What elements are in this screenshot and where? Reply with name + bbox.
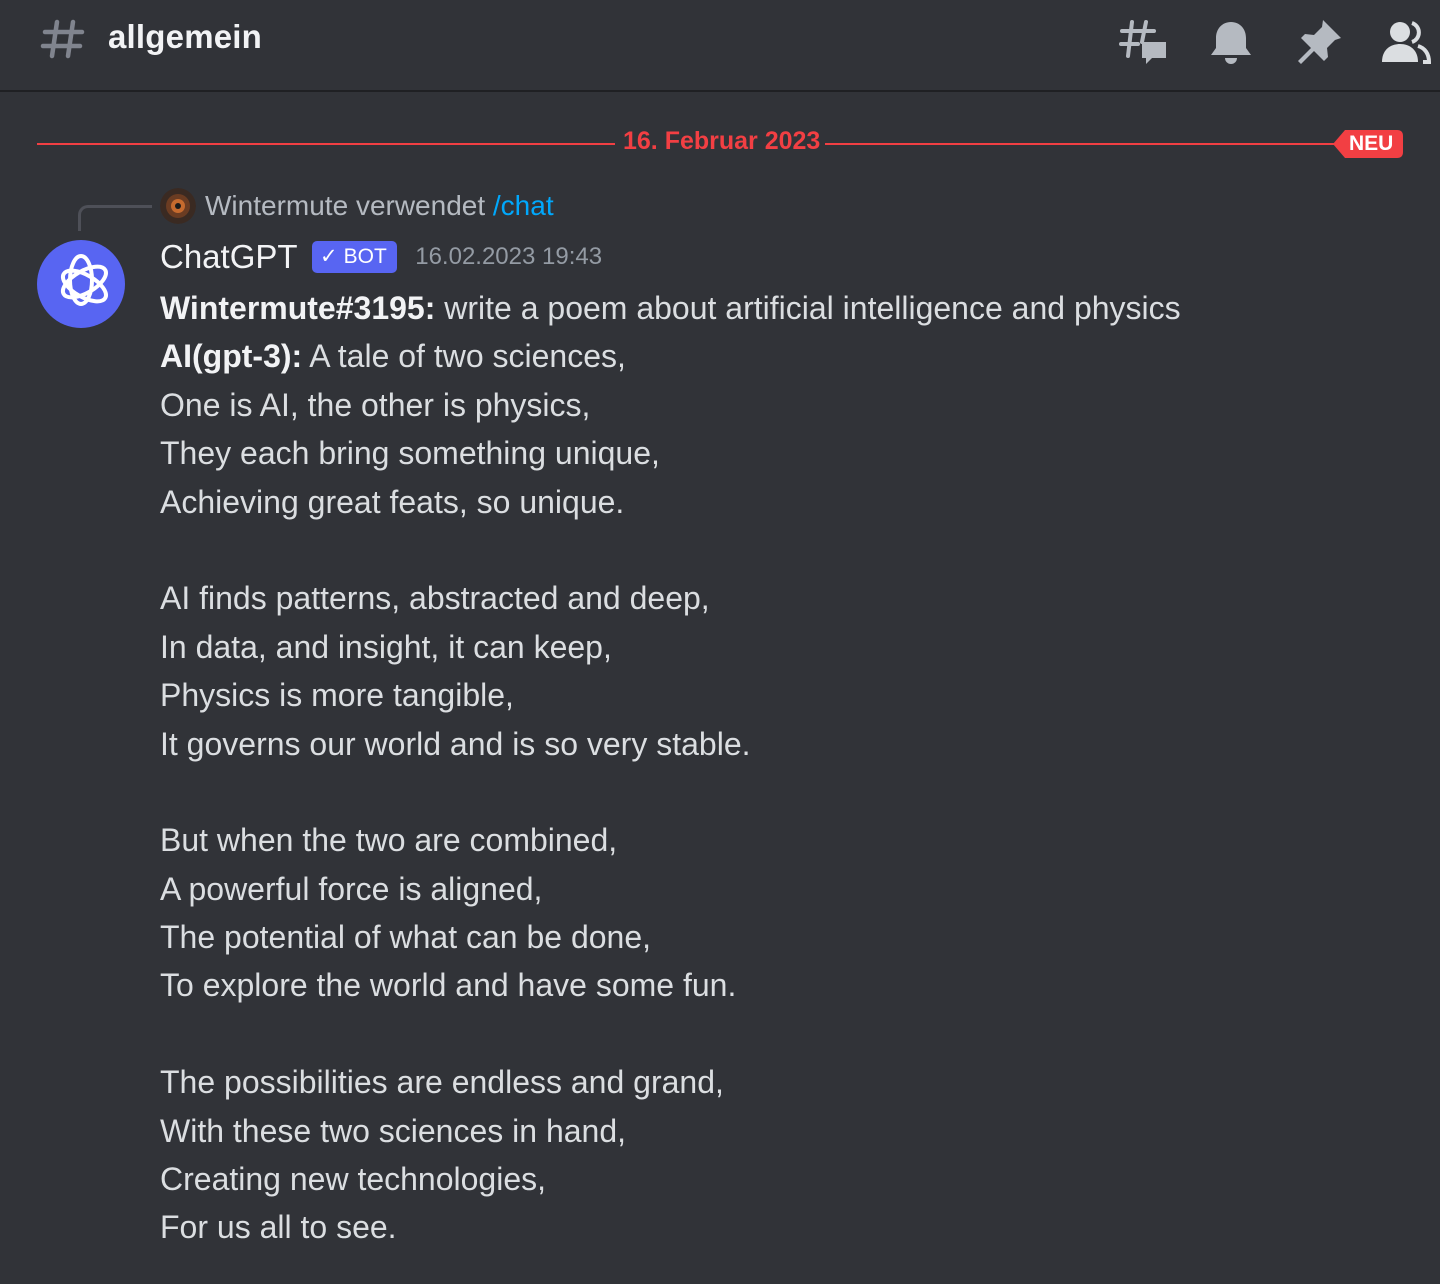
poem-line: AI finds patterns, abstracted and deep,: [160, 580, 710, 617]
stanza-break: [160, 526, 1400, 574]
stanza-break: [160, 768, 1400, 816]
reply-user[interactable]: Wintermute: [205, 190, 348, 221]
new-badge-label: NEU: [1349, 132, 1394, 155]
poem-line: A tale of two sciences,: [309, 338, 626, 375]
reply-verb: verwendet: [355, 190, 486, 221]
message-header: ChatGPT ✓ BOT 16.02.2023 19:43: [160, 238, 602, 282]
ai-first-line: AI(gpt-3): A tale of two sciences,: [160, 332, 1400, 380]
poem-line: With these two sciences in hand,: [160, 1112, 627, 1149]
bell-icon[interactable]: [1205, 16, 1257, 68]
pin-icon[interactable]: [1293, 16, 1345, 68]
poem-line: They each bring something unique,: [160, 435, 660, 472]
poem-line: A powerful force is aligned,: [160, 870, 543, 907]
members-icon[interactable]: [1380, 16, 1432, 68]
threads-icon[interactable]: [1118, 16, 1170, 68]
message-author[interactable]: ChatGPT: [160, 238, 298, 275]
channel-header: allgemein: [0, 0, 1440, 92]
poem-line: One is AI, the other is physics,: [160, 386, 591, 423]
bot-tag-label: BOT: [343, 245, 387, 268]
message-content: Wintermute#3195: write a poem about arti…: [160, 284, 1400, 1252]
verified-check-icon: ✓: [320, 245, 338, 268]
poem-line: Achieving great feats, so unique.: [160, 483, 625, 520]
poem-line: In data, and insight, it can keep,: [160, 628, 612, 665]
prompt-user: Wintermute#3195:: [160, 290, 436, 326]
poem-line: The possibilities are endless and grand,: [160, 1064, 724, 1101]
reply-connector: [78, 205, 152, 231]
chatgpt-avatar[interactable]: [37, 240, 125, 328]
channel-name: allgemein: [108, 18, 263, 55]
bot-tag: ✓ BOT: [312, 241, 397, 273]
reply-context: Wintermute verwendet /chat: [205, 190, 554, 222]
poem-line: For us all to see.: [160, 1209, 397, 1246]
slash-command-link[interactable]: /chat: [493, 190, 554, 221]
poem-line: To explore the world and have some fun.: [160, 967, 737, 1004]
divider-line: [37, 143, 615, 145]
prompt-line: Wintermute#3195: write a poem about arti…: [160, 284, 1400, 332]
divider-date: 16. Februar 2023: [623, 127, 821, 155]
openai-logo-icon: [60, 254, 108, 306]
new-badge[interactable]: NEU: [1333, 129, 1403, 159]
poem-line: But when the two are combined,: [160, 822, 618, 859]
poem-line: Creating new technologies,: [160, 1161, 547, 1198]
divider-line: [825, 143, 1335, 145]
hashtag-icon: [40, 19, 85, 59]
poem-line: The potential of what can be done,: [160, 919, 652, 956]
reply-user-avatar[interactable]: [160, 188, 196, 224]
poem-line: Physics is more tangible,: [160, 677, 514, 714]
prompt-text: write a poem about artificial intelligen…: [444, 290, 1181, 326]
poem-line: It governs our world and is so very stab…: [160, 725, 751, 762]
new-messages-divider: 16. Februar 2023 NEU: [37, 127, 1403, 161]
stanza-break: [160, 1010, 1400, 1058]
ai-label: AI(gpt-3):: [160, 338, 303, 375]
message-timestamp[interactable]: 16.02.2023 19:43: [415, 243, 602, 270]
